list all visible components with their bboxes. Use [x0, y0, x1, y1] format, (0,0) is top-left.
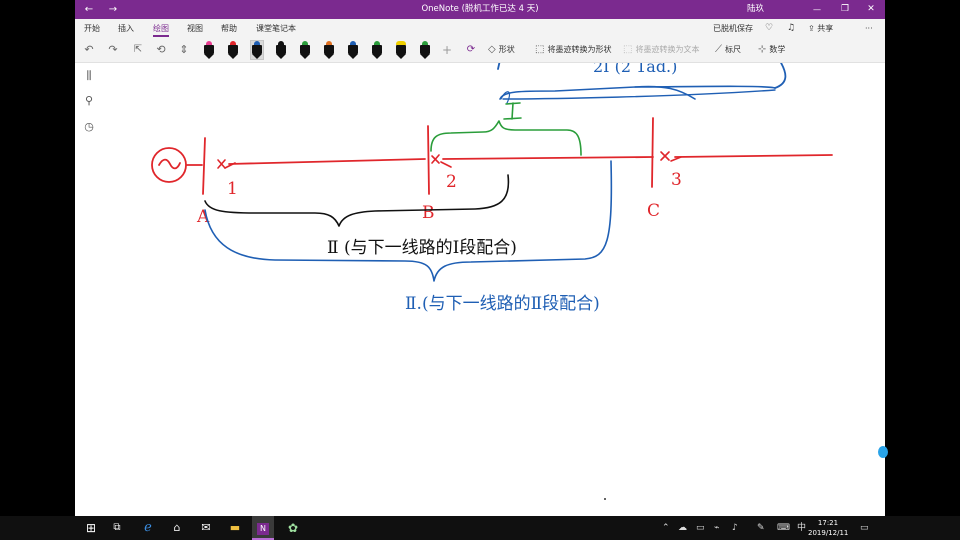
black-note-text: Ⅱ (与下一线路的Ⅰ段配合) — [327, 238, 517, 258]
share-button[interactable]: ⇪ 共享 — [808, 19, 833, 38]
insert-space-icon[interactable]: ⇕ — [176, 38, 192, 62]
math-icon: ⊹ — [758, 44, 767, 55]
app-gear-icon[interactable]: ✿ — [283, 516, 303, 540]
redo-button[interactable]: ↷ — [105, 38, 121, 62]
pen-3-selected[interactable] — [250, 40, 264, 60]
ime-indicator[interactable]: 中 — [797, 516, 806, 540]
ruler-icon: ⟋ — [715, 44, 722, 55]
clock-time: 17:21 — [817, 519, 839, 527]
tab-draw[interactable]: 绘图 — [153, 19, 169, 38]
ink-red-line: 1 2 3 A B C — [151, 117, 833, 227]
task-view-icon[interactable]: ⧉ — [108, 516, 126, 540]
ink-green-brace — [430, 120, 582, 156]
ink-to-text-button[interactable]: ⬚ 将墨迹转换为文本 — [623, 38, 699, 62]
math-button[interactable]: ⊹ 数学 — [758, 38, 785, 62]
blue-note-text: Ⅱ.(与下一线路的Ⅱ段配合) — [405, 294, 600, 314]
user-name[interactable]: 陆玖 — [747, 0, 764, 19]
close-button[interactable]: ✕ — [859, 0, 883, 19]
offline-status: 已脱机保存 — [713, 24, 753, 33]
minimize-button[interactable]: — — [805, 0, 829, 19]
tray-network-icon[interactable]: ⌁ — [714, 516, 719, 540]
point-C-label: C — [647, 201, 660, 221]
ink-blue-brace-I — [499, 85, 776, 104]
tab-home[interactable]: 开始 — [84, 19, 100, 38]
tray-tablet-icon[interactable]: ▭ — [696, 516, 705, 540]
shapes-label: 形状 — [498, 45, 515, 54]
ink-to-shape-button[interactable]: ⬚ 将墨迹转换为形状 — [535, 38, 611, 62]
tray-wechat-icon[interactable]: ☁ — [678, 516, 687, 540]
system-clock[interactable]: 17:21 2019/12/11 — [808, 518, 848, 538]
maximize-button[interactable]: ❐ — [833, 0, 857, 19]
bell-icon[interactable]: ♫ — [787, 19, 795, 38]
add-pen-button[interactable]: + — [439, 38, 455, 62]
tab-help[interactable]: 帮助 — [221, 19, 237, 38]
start-button[interactable]: ⊞ — [82, 516, 100, 540]
pen-10[interactable] — [419, 41, 431, 59]
windows-taskbar: ⊞ ⧉ ℯ ⌂ ✉ ▬ N ✿ ⌃ ☁ ▭ ⌁ ♪ ✎ ⌨ 中 17:21 20… — [0, 516, 960, 540]
mail-icon[interactable]: ✉ — [196, 516, 216, 540]
pen-5[interactable] — [299, 41, 311, 59]
select-text-icon[interactable]: ⇱ — [130, 38, 146, 62]
file-explorer-icon[interactable]: ▬ — [225, 516, 245, 540]
ink-to-shape-label: 将墨迹转换为形状 — [547, 45, 612, 54]
pen-2[interactable] — [227, 41, 239, 59]
share-icon: ⇪ — [808, 24, 818, 33]
ruler-label: 标尺 — [725, 45, 741, 54]
lightbulb-icon[interactable]: ♡ — [765, 19, 773, 38]
math-label: 数学 — [769, 45, 786, 54]
ink-black-brace: Ⅱ (与下一线路的Ⅰ段配合) — [204, 174, 517, 258]
pen-cursor-indicator — [878, 446, 888, 458]
point-A-label: A — [196, 207, 210, 227]
pen-7[interactable] — [347, 41, 359, 59]
ink-canvas[interactable]: 2I (2 1ad.) 1 2 3 A B C Ⅱ (与下一线路的Ⅰ段配合) Ⅱ… — [75, 63, 885, 516]
more-button[interactable]: ··· — [865, 19, 873, 38]
tray-chevron-icon[interactable]: ⌃ — [662, 516, 670, 540]
tray-volume-icon[interactable]: ♪ — [732, 516, 738, 540]
ink-roman-I — [503, 102, 522, 120]
breaker-3-label: 3 — [671, 170, 682, 190]
ink-replay-icon[interactable]: ⟳ — [463, 38, 479, 62]
ink-to-text-label: 将墨迹转换为文本 — [635, 45, 700, 54]
highlighter-yellow[interactable] — [395, 41, 407, 59]
action-center-icon[interactable]: ▭ — [860, 516, 869, 540]
tab-class-notebook[interactable]: 课堂笔记本 — [256, 19, 296, 38]
breaker-2-label: 2 — [446, 172, 457, 192]
onenote-taskbar-icon[interactable]: N — [252, 516, 274, 540]
onenote-window: ← → OneNote (脱机工作已达 4 天) 陆玖 — ❐ ✕ 开始 插入 … — [75, 0, 885, 516]
shapes-icon: ◇ — [488, 44, 496, 55]
ruler-button[interactable]: ⟋ 标尺 — [715, 38, 741, 62]
pen-4[interactable] — [275, 41, 287, 59]
pen-1[interactable] — [203, 41, 215, 59]
edge-browser-icon[interactable]: ℯ — [138, 516, 158, 540]
tab-insert[interactable]: 插入 — [118, 19, 134, 38]
title-bar: ← → OneNote (脱机工作已达 4 天) 陆玖 — ❐ ✕ — [75, 0, 885, 19]
draw-toolbar: ↶ ↷ ⇱ ⟲ ⇕ + ⟳ ◇ 形状 ⬚ 将墨迹转换为形状 ⬚ 将墨迹转换为文本 ⟋ 标… — [75, 38, 885, 63]
breaker-1-label: 1 — [227, 179, 238, 199]
ink-stray-dot — [604, 498, 606, 500]
pen-6[interactable] — [323, 41, 335, 59]
ink-to-shape-icon: ⬚ — [535, 44, 545, 55]
top-partial-text: 2I (2 1ad.) — [593, 63, 677, 76]
lasso-select-button[interactable]: ⟲ — [153, 38, 169, 62]
point-B-label: B — [422, 203, 435, 223]
ribbon-tabs: 开始 插入 绘图 视图 帮助 课堂笔记本 已脱机保存 ♡ ♫ ⇪ 共享 ··· — [75, 19, 885, 38]
clock-date: 2019/12/11 — [808, 529, 849, 537]
ink-top-partial: 2I (2 1ad.) — [497, 63, 787, 89]
tray-pen-icon[interactable]: ✎ — [757, 516, 765, 540]
shapes-button[interactable]: ◇ 形状 — [488, 38, 515, 62]
ink-to-text-icon: ⬚ — [623, 44, 633, 55]
tab-view[interactable]: 视图 — [187, 19, 203, 38]
share-label: 共享 — [817, 24, 834, 33]
undo-button[interactable]: ↶ — [81, 38, 97, 62]
store-icon[interactable]: ⌂ — [167, 516, 187, 540]
tray-keyboard-icon[interactable]: ⌨ — [777, 516, 790, 540]
pen-8[interactable] — [371, 41, 383, 59]
